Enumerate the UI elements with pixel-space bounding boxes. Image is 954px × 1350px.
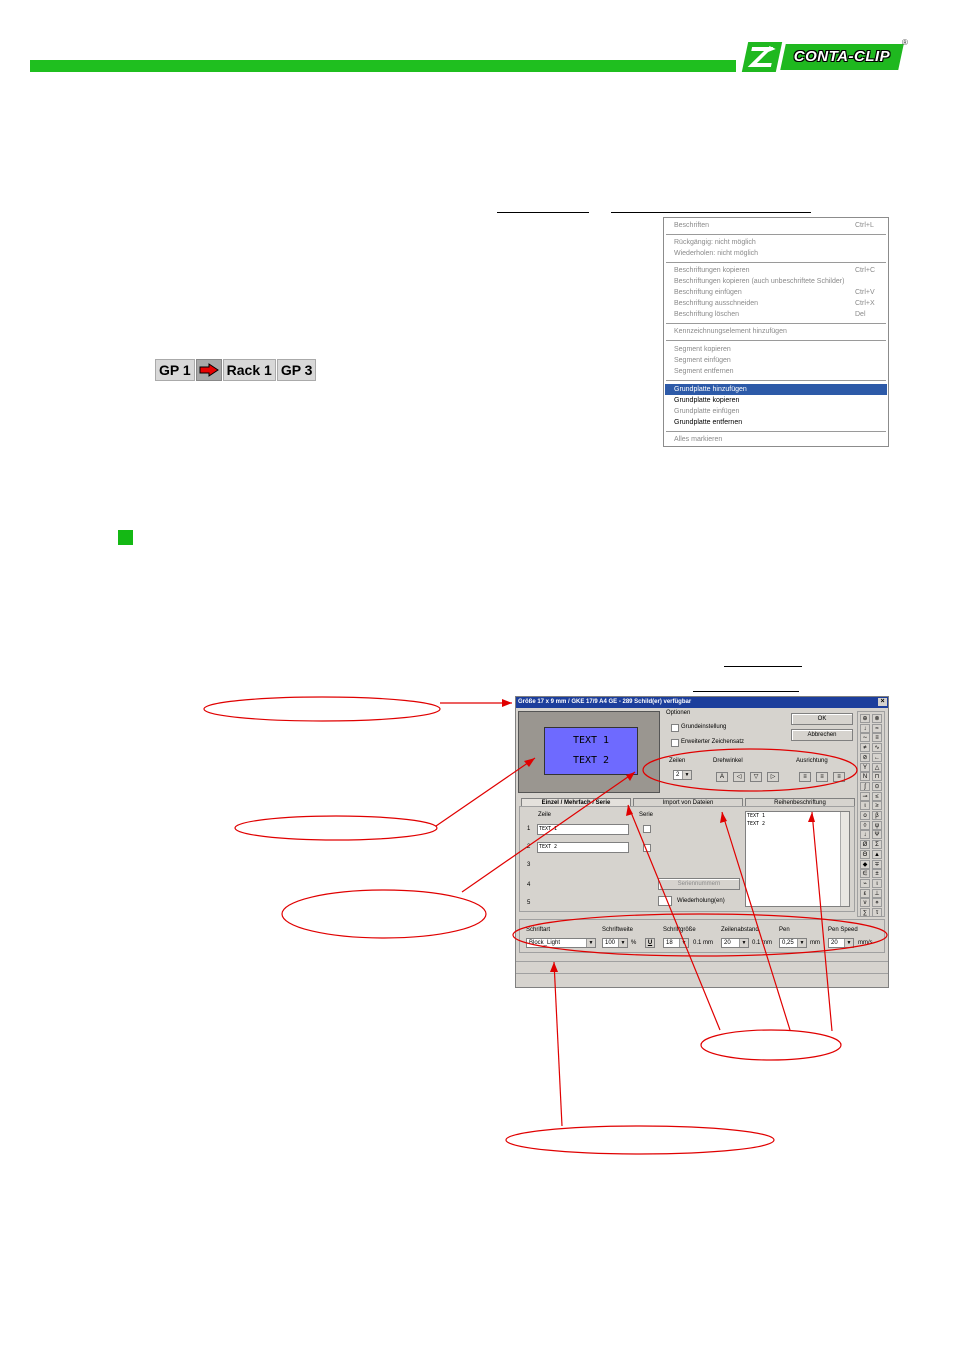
annotation-overlay bbox=[203, 696, 888, 1155]
annotation-ellipse-font bbox=[512, 913, 888, 957]
arrow-line-import-3 bbox=[811, 811, 833, 1032]
annotation-ellipse-title bbox=[203, 696, 441, 722]
annotation-ellipse-preview bbox=[234, 815, 438, 841]
arrow-line-import-1 bbox=[627, 804, 721, 1031]
annotation-ellipse-import bbox=[700, 1029, 842, 1061]
annotation-ellipse-rotation bbox=[642, 748, 858, 792]
annotation-ellipse-tabs bbox=[281, 889, 487, 939]
annotation-ellipse-bottom bbox=[505, 1125, 775, 1155]
arrow-line-import-2 bbox=[721, 811, 791, 1031]
arrow-line-preview bbox=[435, 757, 536, 827]
arrow-line-bottom bbox=[553, 961, 563, 1127]
